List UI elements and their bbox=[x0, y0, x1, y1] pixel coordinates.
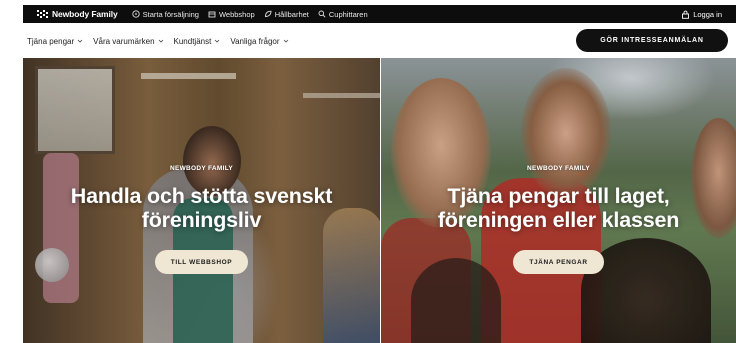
shop-icon bbox=[208, 11, 216, 18]
top-nav: Starta försäljning Webbshop Hållbarhet C… bbox=[132, 10, 368, 19]
nav-label: Våra varumärken bbox=[93, 36, 155, 46]
hero-eyebrow: NEWBODY FAMILY bbox=[169, 165, 234, 172]
hero-content: NEWBODY FAMILY Handla och stötta svenskt… bbox=[23, 165, 380, 274]
nav-kundtjanst[interactable]: Kundtjänst bbox=[174, 37, 221, 46]
brand-logo-link[interactable]: Newbody Family bbox=[37, 9, 118, 19]
hero-headline: Tjäna pengar till laget, föreningen elle… bbox=[437, 184, 680, 232]
interest-registration-button[interactable]: GÖR INTRESSEANMÄLAN bbox=[576, 29, 728, 52]
newbody-logo-icon bbox=[37, 9, 48, 18]
nav-label: Tjäna pengar bbox=[27, 36, 75, 46]
login-label: Logga in bbox=[693, 9, 722, 19]
main-nav: Tjäna pengar Våra varumärken Kundtjänst … bbox=[23, 27, 736, 55]
earn-money-button[interactable]: TJÄNA PENGAR bbox=[513, 250, 604, 274]
hero-eyebrow: NEWBODY FAMILY bbox=[526, 165, 591, 172]
chevron-down-icon bbox=[158, 39, 163, 43]
hero-headline-line: Tjäna pengar till laget, bbox=[447, 184, 670, 208]
hero-earn-money: NEWBODY FAMILY Tjäna pengar till laget, … bbox=[381, 58, 736, 343]
topnav-label: Webbshop bbox=[218, 9, 255, 19]
brand-name: Newbody Family bbox=[52, 9, 118, 19]
hero-headline: Handla och stötta svenskt föreningsliv bbox=[70, 184, 333, 232]
chevron-down-icon bbox=[283, 39, 288, 43]
nav-vara-varumarken[interactable]: Våra varumärken bbox=[93, 37, 163, 46]
topnav-label: Starta försäljning bbox=[142, 9, 199, 19]
topnav-label: Cuphittaren bbox=[328, 9, 368, 19]
topnav-hallbarhet[interactable]: Hållbarhet bbox=[264, 10, 309, 19]
nav-tjana-pengar[interactable]: Tjäna pengar bbox=[27, 37, 83, 46]
to-webshop-button[interactable]: TILL WEBBSHOP bbox=[154, 250, 249, 274]
top-bar: Newbody Family Starta försäljning Webbsh… bbox=[23, 5, 736, 23]
hero-headline-line: föreningsliv bbox=[141, 208, 262, 232]
hero-headline-line: föreningen eller klassen bbox=[437, 208, 680, 232]
search-icon bbox=[318, 10, 326, 18]
topnav-cuphittaren[interactable]: Cuphittaren bbox=[318, 10, 368, 19]
login-link[interactable]: Logga in bbox=[681, 5, 722, 23]
leaf-icon bbox=[264, 10, 272, 17]
rocket-icon bbox=[132, 10, 140, 18]
hero-webbshop: NEWBODY FAMILY Handla och stötta svenskt… bbox=[23, 58, 380, 343]
user-lock-icon bbox=[682, 10, 690, 19]
chevron-down-icon bbox=[215, 39, 220, 43]
chevron-down-icon bbox=[77, 39, 83, 43]
nav-label: Vanliga frågor bbox=[230, 36, 280, 46]
nav-label: Kundtjänst bbox=[173, 36, 212, 46]
hero-content: NEWBODY FAMILY Tjäna pengar till laget, … bbox=[381, 165, 736, 274]
topnav-webbshop[interactable]: Webbshop bbox=[208, 10, 255, 19]
nav-vanliga-fragor[interactable]: Vanliga frågor bbox=[230, 37, 288, 46]
topnav-label: Hållbarhet bbox=[274, 9, 309, 19]
topnav-starta-forsaljning[interactable]: Starta försäljning bbox=[132, 10, 199, 19]
hero-headline-line: Handla och stötta svenskt bbox=[70, 184, 333, 208]
